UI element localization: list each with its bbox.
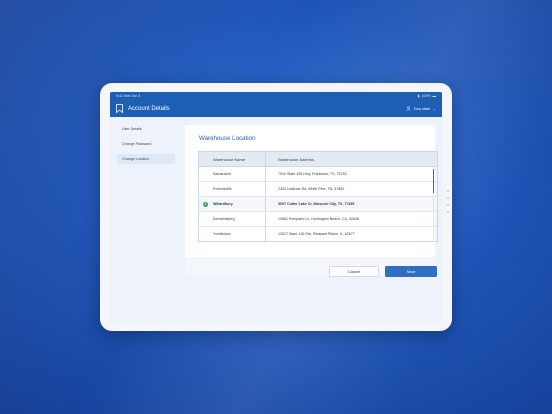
table-row[interactable]: Demetrisberg 19581 Pompano Ln, Huntingto…: [199, 212, 437, 227]
warehouse-address: 3007 Cotter Lake Cr, Missouri City, TX, …: [278, 202, 355, 206]
warehouse-name: Demetrisberg: [199, 212, 266, 226]
warehouse-address: 13317 State 125 Rte, Pleasant Plains, IL…: [278, 232, 355, 236]
tablet-side-buttons: [446, 190, 449, 213]
warehouse-name: Samarafort: [199, 167, 266, 181]
warehouse-name: Robertsville: [199, 182, 266, 196]
warehouse-panel: Warehouse Location Warehouse Name Wareho…: [185, 125, 438, 273]
warehouse-name: Willardbury: [199, 197, 266, 211]
cancel-button[interactable]: Cancel: [329, 266, 379, 277]
page-title: Account Details: [128, 105, 170, 112]
table-row-selected[interactable]: ✓ Willardbury 3007 Cotter Lake Cr, Misso…: [199, 197, 437, 212]
chevron-down-icon: ⌄: [432, 106, 436, 111]
warehouse-address: 2403 Leafcale Rd, White Pine, TN, 37890: [278, 187, 345, 191]
user-icon: [405, 105, 411, 112]
warehouse-name: Yoshikoton: [199, 227, 266, 241]
bookmark-logo-icon: [116, 100, 123, 118]
sidebar-item-user-details[interactable]: User Details: [117, 124, 175, 134]
check-circle-icon: ✓: [203, 201, 208, 207]
warehouse-address: 19581 Pompano Ln, Huntington Beach, CA, …: [278, 217, 359, 221]
table-header: Warehouse Name Warehouse Address: [199, 152, 437, 167]
warehouse-table: Warehouse Name Warehouse Address Samaraf…: [198, 151, 438, 242]
sidebar-item-change-location[interactable]: Change Location: [117, 154, 175, 164]
warehouse-address: 7910 State 155 Hwy, Frankston, TX, 75763: [278, 172, 347, 176]
panel-title: Warehouse Location: [199, 135, 256, 142]
user-menu[interactable]: Tony stark ⌄: [405, 105, 436, 112]
battery-level: 100%: [421, 94, 431, 98]
wifi-icon: ▮: [417, 94, 420, 98]
table-row[interactable]: Yoshikoton 13317 State 125 Rte, Pleasant…: [199, 227, 437, 241]
table-row[interactable]: Robertsville 2403 Leafcale Rd, White Pin…: [199, 182, 437, 197]
sidebar-item-change-password[interactable]: Change Password: [117, 139, 175, 149]
battery-icon: ▬: [432, 94, 437, 98]
app-bar: Account Details Tony stark ⌄: [110, 100, 442, 117]
table-row[interactable]: Samarafort 7910 State 155 Hwy, Frankston…: [199, 167, 437, 182]
tablet-frame: 9:41 Mon Jun 3 ▮ 100% ▬ Account Details …: [100, 83, 452, 331]
tablet-screen: 9:41 Mon Jun 3 ▮ 100% ▬ Account Details …: [110, 92, 442, 322]
table-scrollbar[interactable]: [432, 169, 434, 239]
save-button[interactable]: Save: [385, 266, 437, 277]
status-time: 9:41 Mon Jun 3: [116, 94, 141, 98]
column-header-name: Warehouse Name: [199, 152, 266, 166]
user-name: Tony stark: [413, 106, 430, 111]
column-header-address: Warehouse Address: [278, 156, 314, 162]
sidebar: User Details Change Password Change Loca…: [117, 124, 175, 169]
scrollbar-thumb[interactable]: [432, 169, 434, 193]
